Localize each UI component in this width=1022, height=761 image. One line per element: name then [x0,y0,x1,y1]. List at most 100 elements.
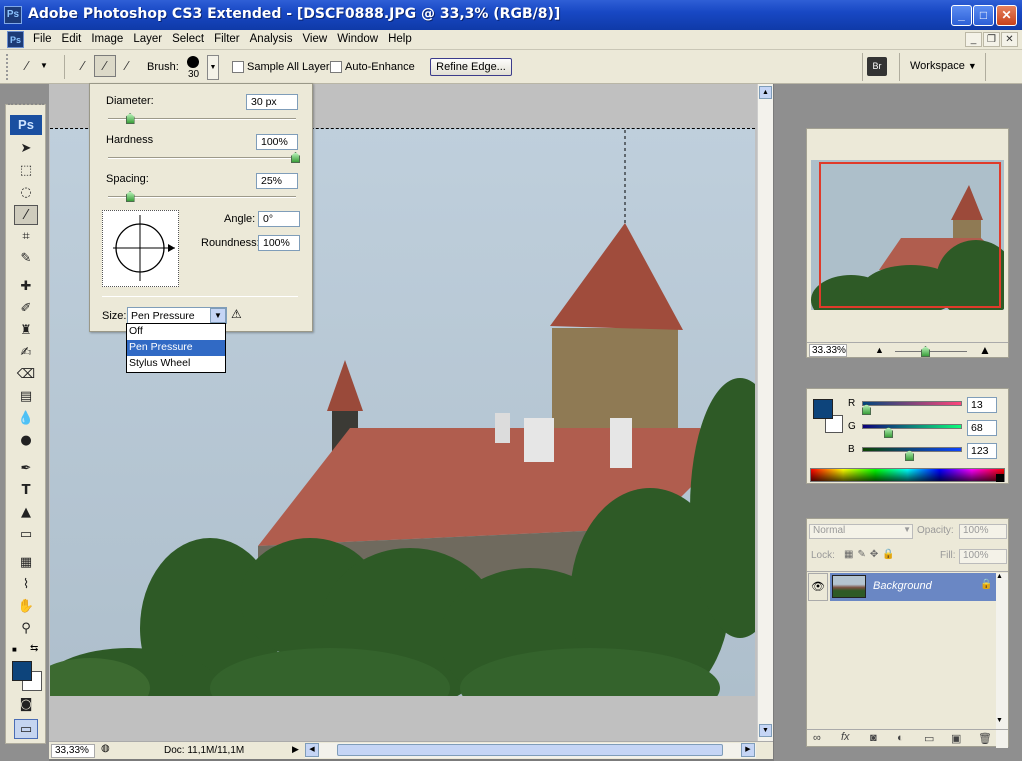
scroll-right-icon[interactable]: ▶ [741,743,755,757]
r-slider[interactable] [862,401,962,406]
zoom-out-icon[interactable]: ▲ [875,345,884,355]
diameter-slider-thumb[interactable] [125,113,135,124]
diameter-field[interactable]: 30 px [246,94,298,110]
zoom-field[interactable]: 33,33% [51,744,95,758]
new-layer-icon[interactable]: ▣ [951,732,961,745]
pen-tool-icon[interactable]: ✒ [14,459,38,479]
blend-mode-select[interactable]: Normal ▼ [809,524,913,539]
black-swatch[interactable] [996,474,1004,482]
menu-file[interactable]: File [28,33,57,45]
navigator-view-box[interactable] [819,162,1001,308]
horizontal-scroll-thumb[interactable] [337,744,723,756]
marquee-tool-icon[interactable]: ⬚ [14,161,38,181]
scroll-left-icon[interactable]: ◀ [305,743,319,757]
fill-field[interactable]: 100% [959,549,1007,564]
notes-tool-icon[interactable]: ▦ [14,553,38,573]
size-control-select[interactable]: Pen Pressure ▼ [127,307,227,324]
chevron-down-icon[interactable]: ▼ [40,61,48,70]
angle-field[interactable]: 0° [258,211,300,227]
menu-analysis[interactable]: Analysis [245,33,298,45]
link-layers-icon[interactable]: ∞ [813,732,821,744]
menu-edit[interactable]: Edit [57,33,87,45]
adjustment-layer-icon[interactable]: ◐ [897,732,904,744]
eyedropper-tool-icon[interactable]: ⌇ [14,575,38,595]
hardness-slider-thumb[interactable] [291,152,300,163]
scroll-down-icon[interactable]: ▼ [996,717,1003,724]
doc-minimize-button[interactable]: _ [965,32,982,47]
workspace-menu[interactable]: Workspace ▼ [910,60,977,72]
menu-image[interactable]: Image [86,33,128,45]
spacing-slider-thumb[interactable] [125,191,135,202]
roundness-field[interactable]: 100% [258,235,300,251]
brush-picker-button[interactable]: ▼ [207,55,219,80]
minimize-button[interactable]: _ [951,5,972,26]
quick-selection-tool-icon[interactable]: ⁄ [14,205,38,225]
r-field[interactable]: 13 [967,397,997,413]
quick-mask-icon[interactable]: ◙ [14,695,38,715]
foreground-color-swatch[interactable] [12,661,32,681]
b-field[interactable]: 123 [967,443,997,459]
menu-layer[interactable]: Layer [128,33,167,45]
menu-window[interactable]: Window [332,33,383,45]
tool-preset-icon[interactable]: ⁄ [16,55,38,77]
b-slider[interactable] [862,447,962,452]
options-grip[interactable] [6,54,8,80]
g-slider[interactable] [862,424,962,429]
crop-tool-icon[interactable]: ⌗ [14,227,38,247]
app-icon[interactable]: Ps [4,6,22,24]
eraser-tool-icon[interactable]: ⌫ [14,365,38,385]
chevron-down-icon[interactable]: ▼ [210,308,226,323]
default-colors-icon[interactable]: ■ [12,645,17,654]
dodge-tool-icon[interactable]: ● [14,431,38,451]
lasso-tool-icon[interactable]: ◌ [14,183,38,203]
spacing-slider-track[interactable] [108,196,296,198]
menu-filter[interactable]: Filter [209,33,245,45]
auto-enhance-checkbox[interactable] [330,61,342,73]
document-icon[interactable]: Ps [7,31,24,48]
hand-tool-icon[interactable]: ✋ [14,597,38,617]
move-tool-icon[interactable]: ➤ [14,139,38,159]
spacing-field[interactable]: 25% [256,173,298,189]
shape-tool-icon[interactable]: ▭ [14,525,38,545]
path-selection-tool-icon[interactable]: ▲ [14,503,38,523]
navigator-thumbnail[interactable] [811,160,1004,310]
horizontal-scrollbar[interactable]: ◀ ▶ [305,743,756,758]
new-group-icon[interactable]: ▭ [924,732,934,745]
doc-close-button[interactable]: ✕ [1001,32,1018,47]
close-button[interactable]: ✕ [996,5,1017,26]
color-spectrum-bar[interactable] [810,468,1005,482]
navigator-zoom-thumb[interactable] [921,346,930,357]
layer-row-background[interactable]: Background 🔒 [830,573,997,601]
fx-icon[interactable]: fx [841,731,850,743]
lock-icons[interactable]: ▦✎✥🔒 [844,549,899,560]
maximize-button[interactable]: □ [973,5,994,26]
status-menu-arrow-icon[interactable]: ▶ [292,744,299,755]
bridge-icon[interactable]: Br [867,57,887,76]
menu-select[interactable]: Select [167,33,209,45]
status-info-icon[interactable]: ◍ [101,743,110,754]
subtract-selection-icon[interactable]: ⁄ [116,55,138,77]
hardness-field[interactable]: 100% [256,134,298,150]
slice-tool-icon[interactable]: ✎ [14,249,38,269]
refine-edge-button[interactable]: Refine Edge... [430,58,512,76]
scroll-up-icon[interactable]: ▲ [996,573,1003,580]
size-option-off[interactable]: Off [127,324,225,340]
g-field[interactable]: 68 [967,420,997,436]
brush-preview-icon[interactable] [187,56,199,68]
brush-tool-icon[interactable]: ✐ [14,299,38,319]
add-to-selection-icon[interactable]: ⁄ [94,55,116,77]
menu-view[interactable]: View [297,33,332,45]
clone-stamp-tool-icon[interactable]: ♜ [14,321,38,341]
scroll-down-icon[interactable]: ▼ [759,724,772,737]
gradient-tool-icon[interactable]: ▤ [14,387,38,407]
add-mask-icon[interactable]: ◙ [870,732,877,744]
menu-help[interactable]: Help [383,33,417,45]
blur-tool-icon[interactable]: 💧 [14,409,38,429]
hardness-slider-track[interactable] [108,157,296,159]
screen-mode-icon[interactable]: ▭ [14,719,38,739]
sample-all-layers-checkbox[interactable] [232,61,244,73]
swap-colors-icon[interactable]: ⇆ [30,643,38,654]
healing-brush-tool-icon[interactable]: ✚ [14,277,38,297]
foreground-swatch[interactable] [813,399,833,419]
new-selection-icon[interactable]: ⁄ [72,55,94,77]
